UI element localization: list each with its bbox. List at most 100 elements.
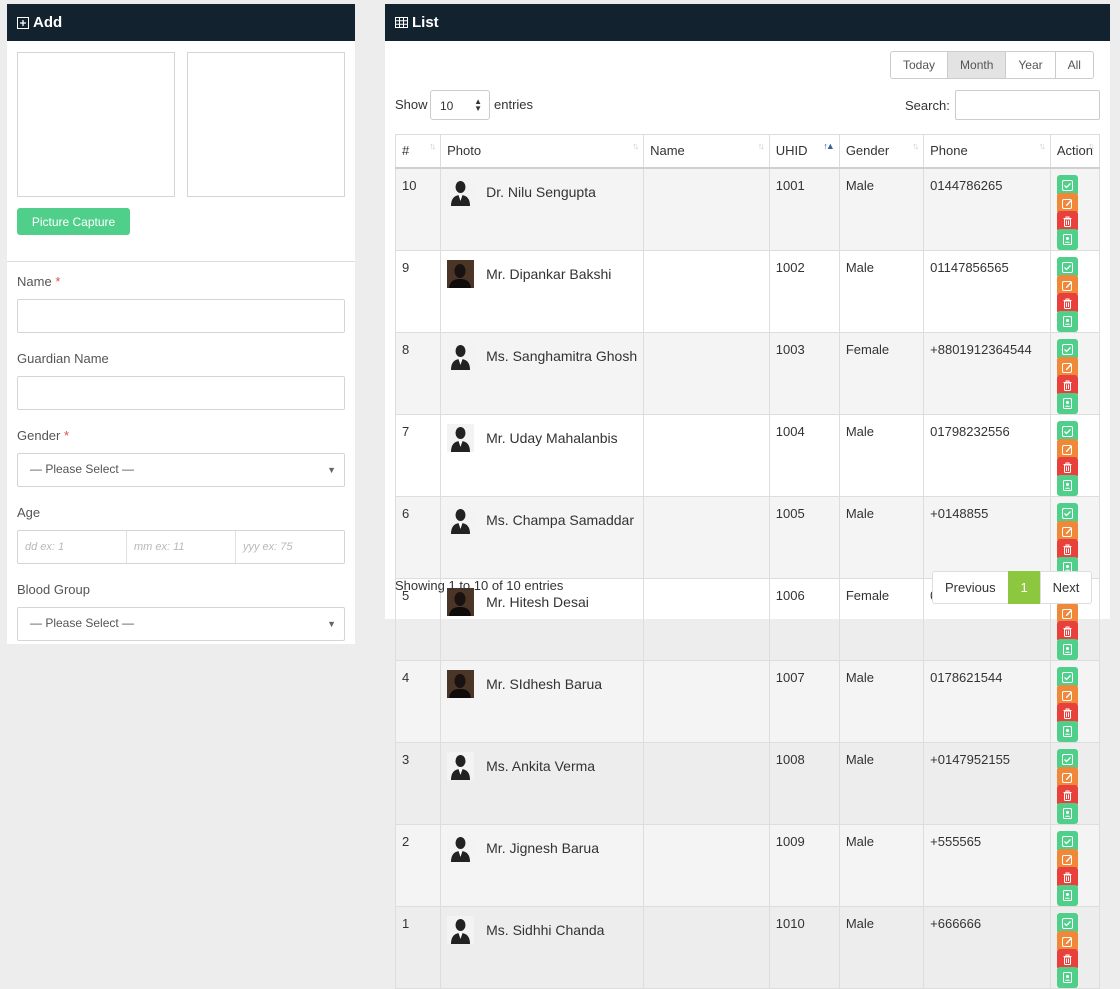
patient-photo bbox=[447, 505, 475, 534]
gender-select-value: — Please Select — bbox=[30, 462, 135, 476]
blood-group-label: Blood Group bbox=[17, 582, 90, 597]
uhid-cell: 1001 bbox=[768, 167, 840, 251]
id-card-action-button[interactable] bbox=[1056, 802, 1078, 824]
next-page-button[interactable]: Next bbox=[1039, 571, 1093, 604]
plus-square-icon bbox=[17, 16, 29, 29]
uhid-cell: 1003 bbox=[768, 331, 840, 415]
col-phone-header[interactable]: Phone ↑↓ bbox=[923, 134, 1051, 169]
table-row: 6 Ms. Champa Samaddar 1005 Male +0148855 bbox=[394, 495, 1101, 579]
patient-name: Dr. Nilu Sengupta bbox=[486, 183, 596, 200]
name-cell bbox=[643, 577, 770, 661]
patient-photo bbox=[447, 423, 475, 452]
id-card-action-button[interactable] bbox=[1056, 474, 1078, 496]
patient-table: # ↑↓ Photo ↑↓ Name ↑↓ UHID ↑▲ Gender ↑↓ Phone… bbox=[394, 134, 1101, 989]
uhid-cell: 1006 bbox=[768, 577, 840, 661]
picture-capture-button[interactable]: Picture Capture bbox=[17, 208, 130, 235]
age-day-input[interactable]: dd ex: 1 bbox=[18, 531, 127, 563]
gender-cell: Female bbox=[838, 577, 925, 661]
id-card-action-button[interactable] bbox=[1056, 392, 1078, 414]
patient-photo bbox=[447, 341, 475, 370]
range-today-button[interactable]: Today bbox=[890, 51, 949, 79]
col-number-header[interactable]: # ↑↓ bbox=[394, 134, 442, 169]
range-year-button[interactable]: Year bbox=[1005, 51, 1056, 79]
gender-label: Gender * bbox=[17, 428, 70, 443]
id-card-action-button[interactable] bbox=[1056, 966, 1078, 988]
photo-cell: Mr. Dipankar Bakshi bbox=[440, 249, 645, 333]
select-arrows-icon: ▲ ▼ bbox=[474, 97, 482, 113]
gender-cell: Male bbox=[838, 413, 925, 497]
gender-select[interactable]: — Please Select — ▼ bbox=[17, 453, 345, 487]
search-input[interactable] bbox=[955, 90, 1100, 120]
sort-icon: ↑↓ bbox=[912, 141, 919, 151]
list-panel-title: List bbox=[412, 14, 439, 31]
uhid-cell: 1002 bbox=[768, 249, 840, 333]
patient-photo bbox=[447, 259, 475, 288]
gender-cell: Male bbox=[838, 167, 925, 251]
sort-icon: ↑↓ bbox=[429, 141, 436, 151]
action-cell bbox=[1049, 823, 1101, 907]
table-header-row: # ↑↓ Photo ↑↓ Name ↑↓ UHID ↑▲ Gender ↑↓ Phone… bbox=[394, 134, 1101, 169]
col-gender-header[interactable]: Gender ↑↓ bbox=[838, 134, 925, 169]
name-cell bbox=[643, 249, 770, 333]
gender-cell: Male bbox=[838, 905, 925, 989]
guardian-name-label: Guardian Name bbox=[17, 351, 109, 366]
age-field: dd ex: 1 mm ex: 11 yyy ex: 75 bbox=[17, 530, 345, 564]
gender-cell: Male bbox=[838, 659, 925, 743]
col-uhid-header[interactable]: UHID ↑▲ bbox=[768, 134, 840, 169]
search-label: Search: bbox=[905, 98, 950, 113]
col-photo-header[interactable]: Photo ↑↓ bbox=[440, 134, 645, 169]
blood-group-select[interactable]: — Please Select — ▼ bbox=[17, 607, 345, 641]
guardian-name-field[interactable] bbox=[17, 376, 345, 410]
name-cell bbox=[643, 167, 770, 251]
uhid-cell: 1009 bbox=[768, 823, 840, 907]
photo-cell: Ms. Ankita Verma bbox=[440, 741, 645, 825]
col-name-header[interactable]: Name ↑↓ bbox=[643, 134, 770, 169]
blood-group-select-value: — Please Select — bbox=[30, 616, 135, 630]
photo-cell: Ms. Champa Samaddar bbox=[440, 495, 645, 579]
table-row: 9 Mr. Dipankar Bakshi 1002 Male 01147856565 bbox=[394, 249, 1101, 333]
row-number-cell: 7 bbox=[394, 413, 442, 497]
id-card-action-button[interactable] bbox=[1056, 310, 1078, 332]
name-cell bbox=[643, 905, 770, 989]
gender-cell: Male bbox=[838, 823, 925, 907]
action-cell bbox=[1049, 331, 1101, 415]
page-1-button[interactable]: 1 bbox=[1007, 571, 1041, 604]
list-panel: List Today Month Year All Show 10 ▲ ▼ ent… bbox=[385, 4, 1110, 989]
photo-cell: Ms. Sanghamitra Ghosh bbox=[440, 331, 645, 415]
row-number-cell: 10 bbox=[394, 167, 442, 251]
row-number-cell: 3 bbox=[394, 741, 442, 825]
previous-page-button[interactable]: Previous bbox=[932, 571, 1009, 604]
name-label: Name * bbox=[17, 274, 61, 289]
id-card-action-button[interactable] bbox=[1056, 228, 1078, 250]
page-length-select[interactable]: 10 ▲ ▼ bbox=[430, 90, 490, 120]
age-year-input[interactable]: yyy ex: 75 bbox=[236, 531, 344, 563]
phone-cell: 0178621544 bbox=[923, 659, 1051, 743]
range-all-button[interactable]: All bbox=[1054, 51, 1094, 79]
table-row: 8 Ms. Sanghamitra Ghosh 1003 Female +8801912… bbox=[394, 331, 1101, 415]
photo-cell: Mr. Jignesh Barua bbox=[440, 823, 645, 907]
uhid-cell: 1004 bbox=[768, 413, 840, 497]
id-card-action-button[interactable] bbox=[1056, 720, 1078, 742]
uhid-cell: 1007 bbox=[768, 659, 840, 743]
row-number-cell: 4 bbox=[394, 659, 442, 743]
name-cell bbox=[643, 659, 770, 743]
patient-name: Ms. Ankita Verma bbox=[486, 757, 596, 774]
row-number-cell: 9 bbox=[394, 249, 442, 333]
gender-cell: Male bbox=[838, 495, 925, 579]
phone-cell: +0147952155 bbox=[923, 741, 1051, 825]
id-card-action-button[interactable] bbox=[1056, 884, 1078, 906]
range-month-button[interactable]: Month bbox=[947, 51, 1007, 79]
age-month-input[interactable]: mm ex: 11 bbox=[127, 531, 236, 563]
name-field[interactable] bbox=[17, 299, 345, 333]
patient-name: Ms. Sanghamitra Ghosh bbox=[486, 347, 638, 364]
add-panel-header: Add bbox=[7, 4, 355, 41]
photo-cell: Mr. Uday Mahalanbis bbox=[440, 413, 645, 497]
col-action-header[interactable]: Action ↑↓ bbox=[1049, 134, 1101, 169]
row-number-cell: 6 bbox=[394, 495, 442, 579]
patient-name: Ms. Champa Samaddar bbox=[486, 511, 634, 528]
uhid-cell: 1008 bbox=[768, 741, 840, 825]
captured-picture bbox=[187, 52, 345, 197]
id-card-action-button[interactable] bbox=[1056, 638, 1078, 660]
pagination: Previous 1 Next bbox=[932, 571, 1093, 604]
uhid-cell: 1010 bbox=[768, 905, 840, 989]
